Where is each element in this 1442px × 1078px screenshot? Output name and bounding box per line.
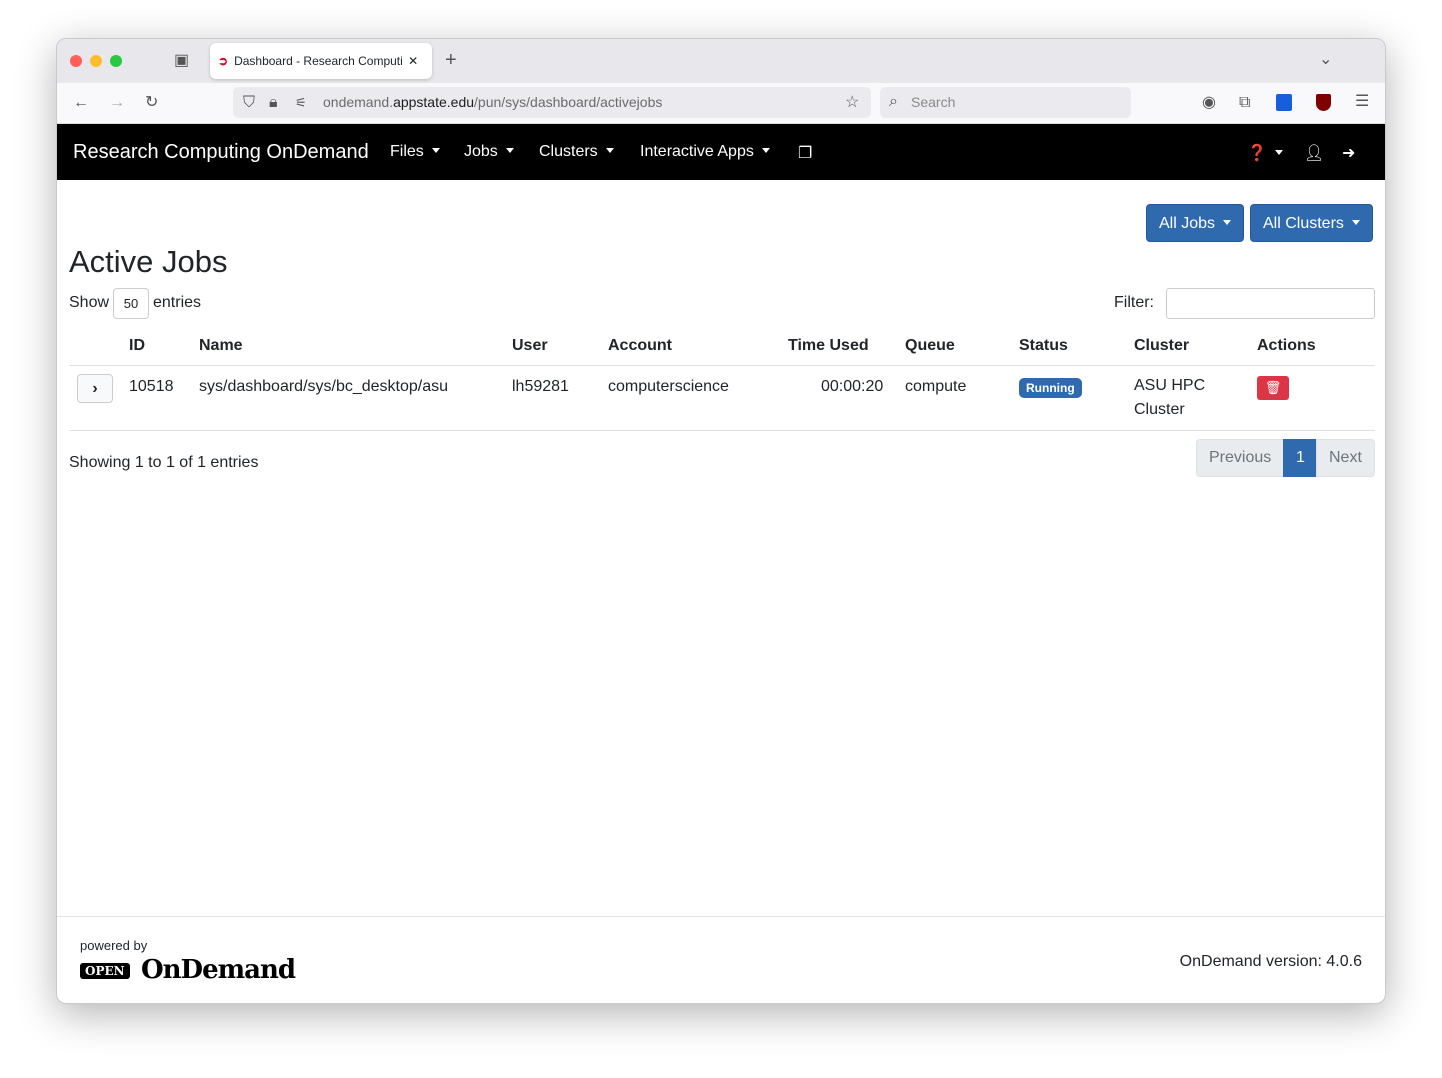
open-ondemand-logo-open: OPEN [80,963,130,979]
column-header-account[interactable]: Account [608,337,672,355]
nav-files[interactable]: Files [390,143,440,161]
entries-label: entries [153,294,201,312]
lock-icon: 🔒︎ [269,95,278,111]
new-tab-icon[interactable]: + [445,52,457,68]
url-prefix: ondemand. [323,94,393,110]
maximize-window-button[interactable] [110,55,122,67]
close-window-button[interactable] [70,55,82,67]
tab-overview-icon[interactable]: ▣ [174,53,189,69]
url-domain: appstate.edu [393,94,474,110]
all-jobs-dropdown[interactable]: All Jobs [1146,204,1244,242]
tab-title: Dashboard - Research Computing OnDemand [234,54,402,68]
previous-page-button[interactable]: Previous [1196,439,1284,477]
nav-label: Interactive Apps [640,143,754,160]
status-badge: Running [1019,378,1082,398]
search-placeholder: Search [911,94,955,110]
browser-tab[interactable]: ➲ Dashboard - Research Computing OnDeman… [210,43,432,79]
search-icon: ⌕ [889,94,898,110]
search-input[interactable]: ⌕ Search [880,87,1131,118]
job-user: lh59281 [512,378,569,396]
show-label: Show [69,294,109,312]
nav-label: Jobs [464,143,498,160]
column-header-time-used[interactable]: Time Used [788,337,869,355]
job-name: sys/dashboard/sys/bc_desktop/asu [199,378,448,396]
nav-label: Clusters [539,143,598,160]
trash-icon: 🗑︎ [1265,380,1282,395]
column-header-queue[interactable]: Queue [905,337,955,355]
navbar: Research Computing OnDemand Files Jobs C… [57,124,1385,180]
extensions-icon[interactable]: ⧉ [1239,95,1250,111]
filter-input[interactable] [1166,288,1375,319]
job-queue: compute [905,378,966,396]
divider [69,430,1375,431]
column-header-cluster[interactable]: Cluster [1134,337,1189,355]
delete-job-button[interactable]: 🗑︎ [1257,376,1289,400]
job-time-used: 00:00:20 [821,378,883,396]
ondemand-logo[interactable]: OnDemand [141,955,295,985]
job-id: 10518 [129,378,174,396]
my-sessions-icon[interactable]: ❐ [798,143,812,163]
user-icon[interactable]: 👤︎ [1304,143,1324,163]
page-title: Active Jobs [69,244,228,280]
close-tab-icon[interactable]: ✕ [408,54,418,68]
back-icon[interactable]: ← [73,95,89,111]
forward-icon[interactable]: → [109,95,125,111]
bookmark-star-icon[interactable]: ☆ [845,95,859,111]
column-header-name[interactable]: Name [199,337,243,355]
shield-icon: ⛉ [243,95,255,111]
column-header-actions: Actions [1257,337,1316,355]
account-icon[interactable]: ◉ [1202,95,1216,111]
reload-icon[interactable]: ↻ [145,95,158,111]
help-icon[interactable]: ❓ [1247,143,1283,163]
filter-label: Filter: [1114,294,1154,312]
expand-row-button[interactable]: › [77,374,113,403]
column-header-id[interactable]: ID [129,337,145,355]
tab-list-chevron-icon[interactable]: ⌄ [1319,52,1332,68]
browser-window: ▣ ➲ Dashboard - Research Computing OnDem… [56,38,1386,1004]
job-account: computerscience [608,378,729,396]
nav-label: Files [390,143,424,160]
powered-by-label: powered by [80,938,147,953]
column-header-status[interactable]: Status [1019,337,1068,355]
job-cluster: ASU HPC Cluster [1134,374,1224,422]
nav-interactive-apps[interactable]: Interactive Apps [640,143,770,161]
tab-bar: ▣ ➲ Dashboard - Research Computing OnDem… [57,39,1385,83]
ondemand-favicon-icon: ➲ [218,54,228,68]
nav-clusters[interactable]: Clusters [539,143,614,161]
url-bar[interactable]: ⛉ 🔒︎ ⚟ ondemand.appstate.edu/pun/sys/das… [233,87,871,118]
bitwarden-icon[interactable] [1276,94,1292,111]
version-text: OnDemand version: 4.0.6 [1180,953,1362,971]
url-path: /pun/sys/dashboard/activejobs [474,94,662,110]
minimize-window-button[interactable] [90,55,102,67]
next-page-button[interactable]: Next [1316,439,1375,477]
page-1-button[interactable]: 1 [1283,439,1318,477]
logout-icon[interactable]: ➜ [1342,143,1355,163]
footer: powered by OPEN OnDemand OnDemand versio… [57,916,1385,1004]
column-header-user[interactable]: User [512,337,548,355]
nav-jobs[interactable]: Jobs [464,143,514,161]
all-clusters-dropdown[interactable]: All Clusters [1250,204,1373,242]
entries-select[interactable]: 50 [113,288,149,319]
browser-toolbar: ← → ↻ ⛉ 🔒︎ ⚟ ondemand.appstate.edu/pun/s… [57,83,1385,124]
navbar-brand[interactable]: Research Computing OnDemand [73,141,369,164]
pagination-info: Showing 1 to 1 of 1 entries [69,454,258,472]
ublock-icon[interactable] [1316,94,1331,111]
menu-icon[interactable]: ☰ [1355,94,1369,110]
permissions-icon: ⚟ [295,95,307,111]
divider [69,365,1375,366]
